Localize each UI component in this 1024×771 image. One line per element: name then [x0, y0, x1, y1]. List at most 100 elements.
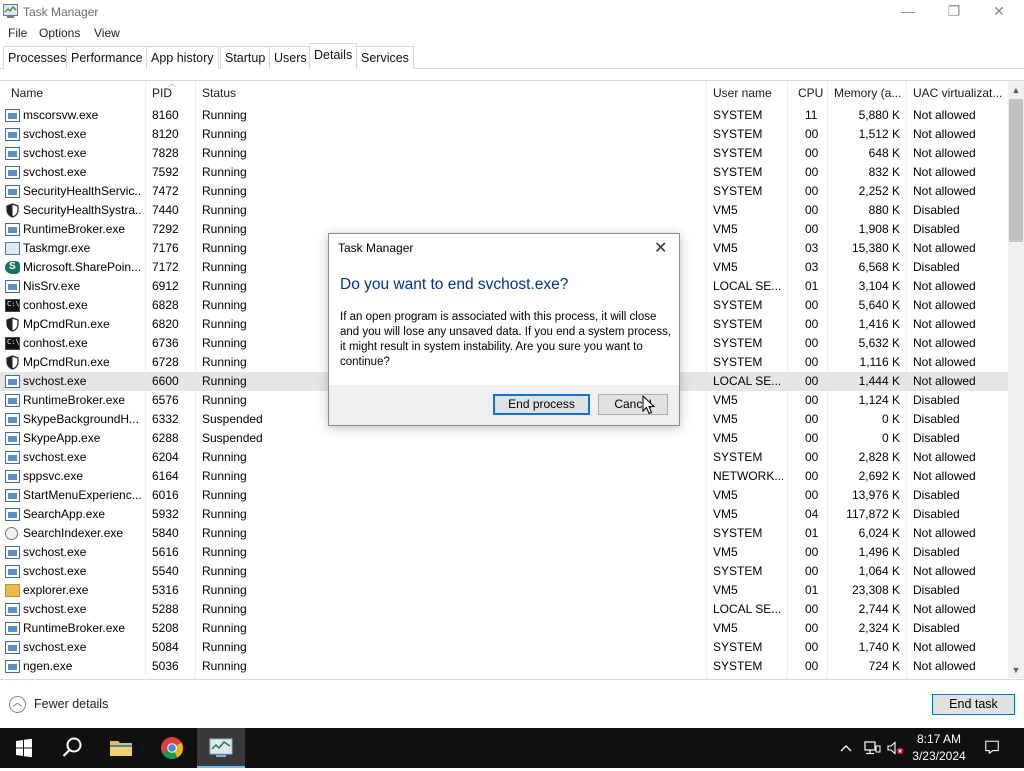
- cell-name: NisSrv.exe: [23, 279, 81, 293]
- menu-options[interactable]: Options: [39, 26, 80, 40]
- cell-name: svchost.exe: [23, 165, 87, 179]
- start-button[interactable]: [0, 728, 48, 768]
- cell-pid: 5208: [152, 621, 179, 635]
- title-bar[interactable]: Task Manager — ❐ ✕: [0, 0, 1024, 24]
- table-row[interactable]: SkypeApp.exe 6288 Suspended VM5 00 0 K Disable…: [0, 429, 1008, 448]
- network-icon[interactable]: [863, 740, 881, 756]
- cell-cpu: 00: [805, 659, 819, 673]
- column-header-memory[interactable]: Memory (a...: [834, 81, 904, 105]
- table-row[interactable]: SecurityHealthServic... 7472 Running SYSTEM…: [0, 182, 1008, 201]
- search-indexer-icon: [5, 527, 18, 540]
- table-row[interactable]: svchost.exe 5288 Running LOCAL SE... 00 2,744…: [0, 600, 1008, 619]
- column-header-name[interactable]: Name: [11, 81, 43, 105]
- cell-user-name: VM5: [713, 583, 738, 597]
- table-row[interactable]: explorer.exe 5316 Running VM5 01 23,308 K Disa…: [0, 581, 1008, 600]
- tab-processes[interactable]: Processes: [3, 46, 72, 69]
- cell-cpu: 00: [805, 165, 819, 179]
- cell-user-name: SYSTEM: [713, 659, 763, 673]
- table-row[interactable]: StartMenuExperienc... 6016 Running VM5 00 13,…: [0, 486, 1008, 505]
- column-header-user-name[interactable]: User name: [713, 81, 772, 105]
- cell-user-name: VM5: [713, 222, 738, 236]
- exe-icon: [5, 413, 20, 426]
- cell-pid: 7172: [152, 260, 179, 274]
- table-row[interactable]: SearchApp.exe 5932 Running VM5 04 117,872 K Di…: [0, 505, 1008, 524]
- cell-cpu: 00: [805, 336, 819, 350]
- cell-cpu: 03: [805, 260, 819, 274]
- cell-name: conhost.exe: [23, 336, 88, 350]
- cell-name: SearchIndexer.exe: [23, 526, 124, 540]
- table-row[interactable]: ngen.exe 5036 Running SYSTEM 00 724 K Not allo…: [0, 657, 1008, 676]
- cell-uac: Disabled: [913, 545, 960, 559]
- close-button[interactable]: ✕: [976, 0, 1022, 24]
- end-task-button[interactable]: End task: [932, 694, 1015, 715]
- tab-users[interactable]: Users: [269, 46, 312, 69]
- end-process-button[interactable]: End process: [493, 394, 590, 415]
- cell-memory: 117,872 K: [846, 507, 900, 521]
- taskbar-task-manager[interactable]: [197, 728, 245, 768]
- fewer-details-link[interactable]: Fewer details: [34, 697, 108, 711]
- cell-name: RuntimeBroker.exe: [23, 621, 126, 635]
- cell-user-name: SYSTEM: [713, 127, 763, 141]
- cell-name: SkypeBackgroundH...: [23, 412, 140, 426]
- cancel-button[interactable]: Cancel: [598, 394, 668, 415]
- restore-button[interactable]: ❐: [931, 0, 977, 24]
- cell-status: Running: [202, 545, 247, 559]
- table-row[interactable]: SearchIndexer.exe 5840 Running SYSTEM 01 6,02…: [0, 524, 1008, 543]
- column-header-status[interactable]: Status: [202, 81, 236, 105]
- cell-memory: 880 K: [868, 203, 900, 217]
- exe-icon: [5, 166, 20, 179]
- cell-uac: Not allowed: [913, 602, 976, 616]
- cell-name: Microsoft.SharePoin...: [23, 260, 141, 274]
- tab-performance[interactable]: Performance: [66, 46, 148, 69]
- volume-muted-icon[interactable]: [886, 740, 904, 756]
- table-row[interactable]: SecurityHealthSystra... 7440 Running VM5 00 8…: [0, 201, 1008, 220]
- tab-app-history[interactable]: App history: [146, 46, 219, 69]
- search-button[interactable]: [48, 728, 96, 768]
- cell-uac: Disabled: [913, 621, 960, 635]
- table-row[interactable]: svchost.exe 7828 Running SYSTEM 00 648 K Not a…: [0, 144, 1008, 163]
- cell-status: Running: [202, 184, 247, 198]
- tab-details[interactable]: Details: [309, 43, 358, 69]
- cell-uac: Not allowed: [913, 317, 976, 331]
- chevron-up-icon[interactable]: ︿: [9, 696, 26, 713]
- column-header-uac[interactable]: UAC virtualizat...: [913, 81, 1005, 105]
- table-row[interactable]: svchost.exe 5616 Running VM5 00 1,496 K Disabl…: [0, 543, 1008, 562]
- taskbar-file-explorer[interactable]: [97, 728, 145, 768]
- cell-user-name: LOCAL SE...: [713, 279, 782, 293]
- table-row[interactable]: sppsvc.exe 6164 Running NETWORK... 00 2,692 K…: [0, 467, 1008, 486]
- cell-status: Running: [202, 469, 247, 483]
- cell-uac: Disabled: [913, 222, 960, 236]
- table-row[interactable]: svchost.exe 8120 Running SYSTEM 00 1,512 K Not…: [0, 125, 1008, 144]
- table-row[interactable]: svchost.exe 5084 Running SYSTEM 00 1,740 K Not…: [0, 638, 1008, 657]
- cell-status: Running: [202, 621, 247, 635]
- table-row[interactable]: svchost.exe 6204 Running SYSTEM 00 2,828 K Not…: [0, 448, 1008, 467]
- taskbar-chrome[interactable]: [148, 728, 196, 768]
- scroll-down-icon[interactable]: ▼: [1008, 662, 1024, 678]
- vertical-scrollbar[interactable]: ▲ ▼: [1008, 81, 1024, 678]
- cell-memory: 1,064 K: [858, 564, 900, 578]
- minimize-button[interactable]: —: [885, 0, 931, 24]
- scroll-thumb[interactable]: [1009, 99, 1023, 242]
- cell-memory: 2,828 K: [858, 450, 900, 464]
- table-row[interactable]: svchost.exe 5540 Running SYSTEM 00 1,064 K Not…: [0, 562, 1008, 581]
- dialog-message: If an open program is associated with th…: [340, 311, 672, 368]
- tab-services[interactable]: Services: [356, 46, 414, 69]
- column-header-pid[interactable]: PID: [152, 81, 172, 105]
- dialog-close-icon[interactable]: ✕: [654, 238, 667, 258]
- system-clock[interactable]: 8:17 AM 3/23/2024: [905, 731, 973, 765]
- notification-icon[interactable]: [983, 739, 1001, 755]
- column-header-cpu[interactable]: CPU: [798, 81, 823, 105]
- cell-status: Running: [202, 450, 247, 464]
- menu-view[interactable]: View: [94, 26, 120, 40]
- table-row[interactable]: mscorsvw.exe 8160 Running SYSTEM 11 5,880 K No…: [0, 106, 1008, 125]
- tab-startup[interactable]: Startup: [220, 46, 271, 69]
- scroll-up-icon[interactable]: ▲: [1008, 82, 1024, 98]
- menu-file[interactable]: File: [8, 26, 27, 40]
- table-row[interactable]: RuntimeBroker.exe 5208 Running VM5 00 2,324 K…: [0, 619, 1008, 638]
- exe-icon: [5, 660, 20, 673]
- cell-memory: 6,568 K: [858, 260, 900, 274]
- cell-status: Running: [202, 336, 247, 350]
- chevron-up-icon[interactable]: [838, 740, 854, 756]
- shield-icon: [6, 317, 19, 332]
- table-row[interactable]: svchost.exe 7592 Running SYSTEM 00 832 K Not a…: [0, 163, 1008, 182]
